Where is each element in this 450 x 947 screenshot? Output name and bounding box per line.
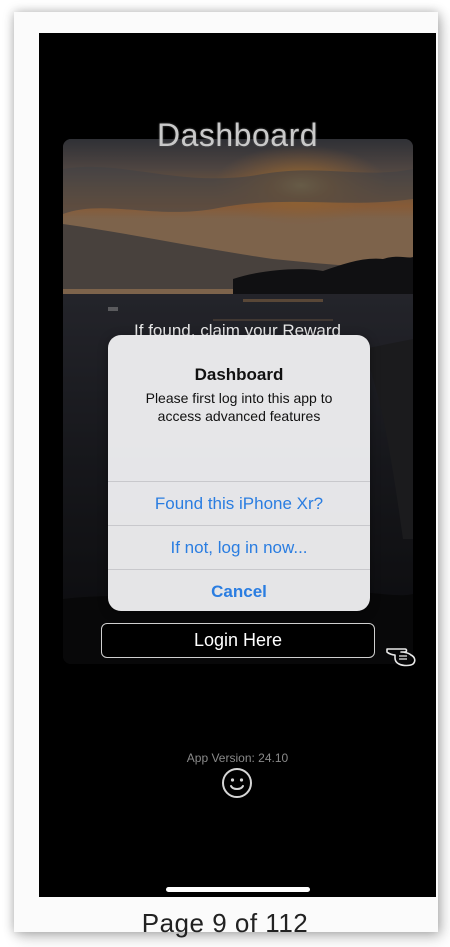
cancel-button[interactable]: Cancel	[108, 569, 370, 611]
phone-screen: Dashboard If found, claim your Reward Da…	[39, 33, 436, 897]
page-title: Dashboard	[156, 117, 319, 153]
login-here-button[interactable]: Login Here	[101, 623, 375, 658]
login-now-button[interactable]: If not, log in now...	[108, 525, 370, 569]
login-alert-dialog: Dashboard Please first log into this app…	[108, 335, 370, 611]
found-iphone-button[interactable]: Found this iPhone Xr?	[108, 481, 370, 525]
smiley-face-icon[interactable]	[221, 767, 253, 799]
home-indicator[interactable]	[166, 887, 310, 892]
pointing-hand-icon	[386, 648, 416, 667]
alert-message: Please first log into this app to access…	[145, 390, 333, 424]
app-version-label: App Version: 24.10	[186, 751, 289, 765]
page-number: Page 9 of 112	[141, 908, 309, 938]
alert-title: Dashboard	[194, 365, 284, 384]
